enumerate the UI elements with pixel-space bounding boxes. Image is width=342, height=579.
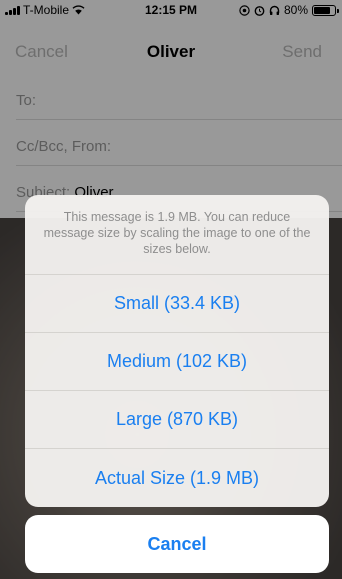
size-option-actual[interactable]: Actual Size (1.9 MB)	[25, 449, 329, 507]
mail-compose-screen: T-Mobile 12:15 PM 80% Cancel Oliver Send…	[0, 0, 342, 579]
size-option-small[interactable]: Small (33.4 KB)	[25, 275, 329, 333]
size-option-large[interactable]: Large (870 KB)	[25, 391, 329, 449]
action-sheet-cancel-button[interactable]: Cancel	[25, 515, 329, 573]
action-sheet-message: This message is 1.9 MB. You can reduce m…	[25, 195, 329, 275]
size-option-medium[interactable]: Medium (102 KB)	[25, 333, 329, 391]
image-size-action-sheet: This message is 1.9 MB. You can reduce m…	[25, 195, 329, 507]
